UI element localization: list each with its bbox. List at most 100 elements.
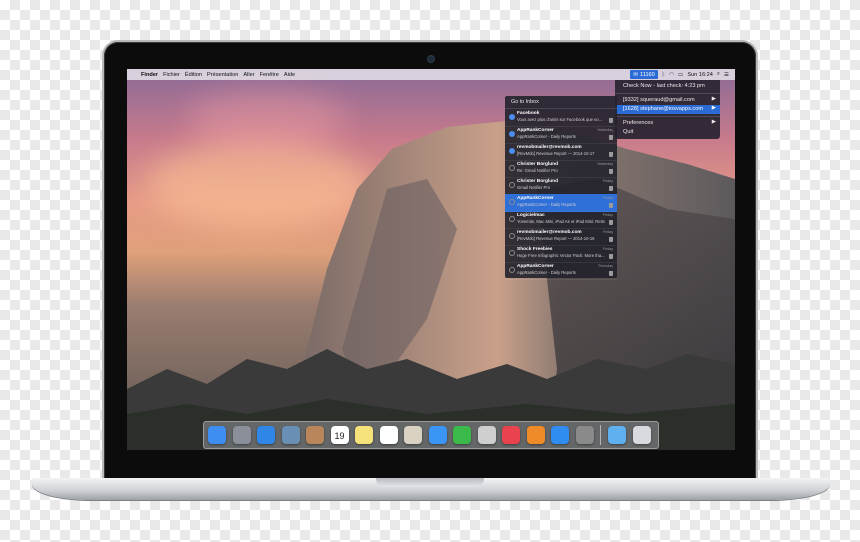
wifi-icon[interactable]: ◠ bbox=[669, 72, 674, 78]
message-subject: Gmail Notifier Pro bbox=[517, 185, 551, 190]
trash-icon[interactable] bbox=[609, 271, 613, 276]
messages-icon[interactable] bbox=[428, 426, 447, 444]
message-time: Thursday bbox=[598, 264, 613, 268]
menu-fichier[interactable]: Fichier bbox=[163, 72, 180, 78]
menu-presentation[interactable]: Présentation bbox=[207, 72, 238, 78]
menu-fenetre[interactable]: Fenêtre bbox=[260, 72, 279, 78]
trash-icon[interactable] bbox=[609, 237, 613, 242]
laptop-notch bbox=[376, 478, 484, 487]
message-row[interactable]: revmobmailer@revmob.com [RevMob] Revenue … bbox=[505, 143, 617, 161]
spotlight-icon[interactable]: ⌕ bbox=[717, 71, 720, 78]
app-store-icon[interactable] bbox=[551, 426, 569, 444]
message-subject: Huge Free Infographic Vector Pack: More … bbox=[517, 253, 605, 258]
menu-separator bbox=[615, 93, 720, 94]
read-status-icon[interactable] bbox=[509, 267, 515, 273]
dock: 19 bbox=[203, 421, 659, 449]
message-row[interactable]: Christer Borglund Gmail Notifier Pro Frida… bbox=[505, 177, 617, 195]
contacts-icon[interactable] bbox=[306, 426, 324, 444]
safari-icon[interactable] bbox=[257, 426, 275, 444]
itunes-icon[interactable] bbox=[502, 426, 520, 444]
camera-icon bbox=[428, 56, 434, 62]
desktop-screen: Finder Fichier Édition Présentation Alle… bbox=[127, 69, 735, 450]
trash-icon[interactable] bbox=[609, 118, 613, 123]
menu-separator bbox=[615, 116, 720, 117]
system-preferences-icon[interactable] bbox=[575, 426, 594, 444]
message-row[interactable]: AppRankCorner AppRankCorner - Daily Repor… bbox=[505, 194, 617, 212]
bluetooth-icon[interactable]: ᛒ bbox=[662, 72, 665, 78]
status-area: ✉ 11160 ᛒ ◠ ▭ Sun 16:24 ⌕ ☰ bbox=[630, 69, 729, 80]
message-subject: AppRankCorner - Daily Reports bbox=[517, 134, 576, 139]
message-subject: Re: Gmail Notifier Pro bbox=[517, 168, 558, 173]
submenu-arrow-icon: ▶ bbox=[711, 96, 716, 102]
read-status-icon[interactable] bbox=[509, 216, 515, 222]
message-subject: Yosemite, Mac Mini, iPad Air et iPad Min… bbox=[517, 219, 605, 224]
calendar-icon[interactable]: 19 bbox=[330, 426, 349, 444]
mail-status-menu: Check Now - last check: 4:23 pm [9332] s… bbox=[615, 80, 720, 139]
menu-aller[interactable]: Aller bbox=[243, 72, 254, 78]
go-to-inbox-button[interactable]: Go to Inbox bbox=[505, 96, 617, 109]
trash-icon[interactable] bbox=[609, 186, 613, 191]
reminders-icon[interactable] bbox=[379, 426, 398, 444]
message-time: Friday bbox=[603, 196, 613, 200]
message-row[interactable]: Logicielmac Yosemite, Mac Mini, iPad Air … bbox=[505, 211, 617, 229]
read-status-icon[interactable] bbox=[509, 250, 515, 256]
trash-icon[interactable] bbox=[632, 426, 651, 444]
read-status-icon[interactable] bbox=[509, 131, 515, 137]
message-row[interactable]: Facebook Vous avez plus d'amis sur Facebo… bbox=[505, 109, 617, 127]
downloads-folder-icon[interactable] bbox=[608, 426, 626, 444]
account-item-1[interactable]: [9332] squeraud@gmail.com ▶ bbox=[615, 96, 720, 105]
mail-status-item[interactable]: ✉ 11160 bbox=[630, 70, 658, 79]
account-label: [1628] stephane@iosvapps.com bbox=[623, 106, 704, 112]
check-now-item[interactable]: Check Now - last check: 4:23 pm bbox=[615, 82, 720, 91]
message-sender: Christer Borglund bbox=[517, 179, 559, 184]
trash-icon[interactable] bbox=[609, 135, 613, 140]
notes-icon[interactable] bbox=[355, 426, 373, 444]
menu-aide[interactable]: Aide bbox=[284, 72, 295, 78]
trash-icon[interactable] bbox=[609, 254, 613, 259]
trash-icon[interactable] bbox=[609, 152, 613, 157]
message-row[interactable]: AppRankCorner AppRankCorner - Daily Repor… bbox=[505, 126, 617, 144]
message-time: Friday bbox=[603, 247, 613, 251]
message-row[interactable]: revmobmailer@revmob.com [RevMob] Revenue … bbox=[505, 228, 617, 246]
read-status-icon[interactable] bbox=[509, 165, 515, 171]
read-status-icon[interactable] bbox=[509, 114, 515, 120]
account-item-2[interactable]: [1628] stephane@iosvapps.com ▶ bbox=[615, 105, 720, 114]
menu-bar: Finder Fichier Édition Présentation Alle… bbox=[127, 69, 735, 80]
message-sender: Logicielmac bbox=[517, 213, 545, 218]
photos-icon[interactable] bbox=[404, 426, 422, 444]
trash-icon[interactable] bbox=[609, 203, 613, 208]
message-sender: Shock Freebies bbox=[517, 247, 553, 252]
facetime-icon[interactable] bbox=[453, 426, 471, 444]
read-status-icon[interactable] bbox=[509, 233, 515, 239]
preview-icon[interactable] bbox=[281, 426, 300, 444]
clock[interactable]: Sun 16:24 bbox=[687, 72, 713, 78]
menu-edition[interactable]: Édition bbox=[185, 72, 202, 78]
preferences-item[interactable]: Preferences ▶ bbox=[615, 119, 720, 128]
no-entry-icon[interactable] bbox=[477, 426, 496, 444]
message-subject: Vous avez plus d'amis sur Facebook que v… bbox=[517, 117, 603, 122]
message-row[interactable]: AppRankCorner AppRankCorner - Daily Repor… bbox=[505, 262, 617, 280]
menu-finder[interactable]: Finder bbox=[141, 72, 158, 78]
ibooks-icon[interactable] bbox=[526, 426, 545, 444]
battery-icon[interactable]: ▭ bbox=[678, 72, 683, 78]
account-label: [9332] squeraud@gmail.com bbox=[623, 97, 695, 103]
message-row[interactable]: Christer Borglund Re: Gmail Notifier Pro Y… bbox=[505, 160, 617, 178]
message-sender: revmobmailer@revmob.com bbox=[517, 230, 582, 235]
launchpad-icon[interactable] bbox=[232, 426, 251, 444]
message-subject: AppRankCorner - Daily Reports bbox=[517, 270, 576, 275]
message-sender: Facebook bbox=[517, 111, 540, 116]
read-status-icon[interactable] bbox=[509, 182, 515, 188]
trash-icon[interactable] bbox=[609, 220, 613, 225]
submenu-arrow-icon: ▶ bbox=[711, 105, 716, 111]
message-row[interactable]: Shock Freebies Huge Free Infographic Vect… bbox=[505, 245, 617, 263]
message-sender: AppRankCorner bbox=[517, 128, 554, 133]
message-sender: AppRankCorner bbox=[517, 196, 554, 201]
finder-icon[interactable] bbox=[208, 426, 226, 444]
read-status-icon[interactable] bbox=[509, 199, 515, 205]
message-subject: [RevMob] Revenue Report — 2014-10-17 bbox=[517, 151, 595, 156]
envelope-icon: ✉ bbox=[633, 71, 639, 78]
notification-center-icon[interactable]: ☰ bbox=[724, 72, 729, 78]
read-status-icon[interactable] bbox=[509, 148, 515, 154]
quit-item[interactable]: Quit bbox=[615, 128, 720, 137]
trash-icon[interactable] bbox=[609, 169, 613, 174]
